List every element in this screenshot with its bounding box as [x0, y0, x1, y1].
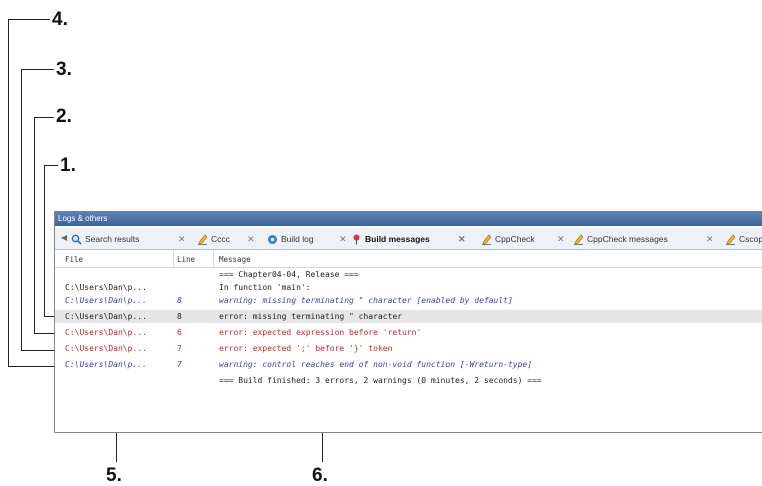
tab-cscope[interactable]: Cscop — [725, 230, 762, 248]
tab-label: Build log — [281, 234, 314, 244]
tab-label: CppCheck messages — [587, 234, 668, 244]
column-header-file[interactable]: File — [65, 255, 83, 264]
callout-3: 3. — [56, 59, 72, 80]
panel-title: Logs & others — [55, 211, 762, 226]
callout-5: 5. — [106, 465, 122, 486]
message-cell: warning: control reaches end of non-void… — [219, 360, 533, 369]
tab-label: CppCheck — [495, 234, 535, 244]
close-icon[interactable]: ✕ — [339, 230, 347, 248]
callout-4-line — [8, 19, 50, 20]
line-cell: 8 — [177, 312, 182, 321]
message-cell: error: missing terminating " character — [219, 312, 403, 321]
table-row[interactable]: C:\Users\Dan\p... 8 warning: missing ter… — [55, 294, 762, 307]
table-row[interactable]: C:\Users\Dan\p... 7 warning: control rea… — [55, 358, 762, 371]
pencil-icon — [481, 233, 492, 246]
callout-1-line — [44, 165, 58, 166]
table-row-selected[interactable]: C:\Users\Dan\p... 8 error: missing termi… — [55, 310, 762, 323]
tab-search-results[interactable]: Search results ✕ — [71, 230, 186, 248]
callout-2-line — [34, 117, 54, 118]
column-divider[interactable] — [213, 251, 214, 267]
file-cell: C:\Users\Dan\p... — [65, 283, 147, 292]
pencil-icon — [573, 233, 584, 246]
pin-icon — [351, 233, 362, 245]
tab-cppcheck[interactable]: CppCheck ✕ — [481, 230, 565, 248]
file-cell: C:\Users\Dan\p... — [65, 312, 147, 321]
tab-cccc[interactable]: Cccc ✕ — [197, 230, 255, 248]
line-cell: 7 — [177, 344, 182, 353]
column-header-row: File Line Message — [55, 251, 762, 268]
close-icon[interactable]: ✕ — [458, 230, 466, 248]
file-cell: C:\Users\Dan\p... — [65, 296, 147, 305]
file-cell: C:\Users\Dan\p... — [65, 328, 147, 337]
column-header-line[interactable]: Line — [177, 255, 195, 264]
file-cell: C:\Users\Dan\p... — [65, 360, 147, 369]
tab-cppcheck-messages[interactable]: CppCheck messages ✕ — [573, 230, 714, 248]
close-icon[interactable]: ✕ — [178, 230, 186, 248]
message-cell: === Chapter04-04, Release === — [219, 270, 359, 279]
callout-3-line-v — [21, 69, 22, 351]
tab-label: Cccc — [211, 234, 230, 244]
tab-bar: ◀ Search results ✕ Cccc ✕ Build log ✕ Bu… — [55, 228, 762, 250]
tab-scroll-left-icon[interactable]: ◀ — [61, 233, 67, 242]
callout-2: 2. — [56, 106, 72, 127]
table-row[interactable]: C:\Users\Dan\p... In function 'main': — [55, 281, 762, 294]
table-row[interactable]: === Build finished: 3 errors, 2 warnings… — [55, 374, 762, 387]
callout-4: 4. — [52, 9, 68, 30]
tab-build-log[interactable]: Build log ✕ — [267, 230, 347, 248]
callout-2-line-v — [34, 117, 35, 334]
table-row[interactable]: === Chapter04-04, Release === — [55, 268, 762, 281]
callout-6: 6. — [312, 465, 328, 486]
line-cell: 8 — [177, 296, 182, 305]
close-icon[interactable]: ✕ — [706, 230, 714, 248]
pencil-icon — [197, 233, 208, 246]
message-cell: === Build finished: 3 errors, 2 warnings… — [219, 376, 542, 385]
line-cell: 7 — [177, 360, 182, 369]
gear-icon — [267, 233, 278, 245]
search-icon — [71, 233, 82, 245]
tab-label: Cscop — [739, 234, 762, 244]
message-cell: error: expected expression before 'retur… — [219, 328, 422, 337]
message-cell: In function 'main': — [219, 283, 311, 292]
logs-panel: Logs & others ◀ Search results ✕ Cccc ✕ … — [54, 211, 762, 433]
tab-label: Build messages — [365, 234, 430, 244]
callout-3-line — [21, 69, 54, 70]
close-icon[interactable]: ✕ — [557, 230, 565, 248]
close-icon[interactable]: ✕ — [247, 230, 255, 248]
tab-label: Search results — [85, 234, 140, 244]
column-divider[interactable] — [173, 251, 174, 267]
message-cell: warning: missing terminating " character… — [219, 296, 513, 305]
callout-4-line-v — [8, 19, 9, 367]
callout-1: 1. — [60, 155, 76, 176]
table-row[interactable]: C:\Users\Dan\p... 7 error: expected ';' … — [55, 342, 762, 355]
line-cell: 6 — [177, 328, 182, 337]
tab-build-messages[interactable]: Build messages ✕ — [351, 230, 466, 248]
callout-1-line-v — [44, 165, 45, 317]
file-cell: C:\Users\Dan\p... — [65, 344, 147, 353]
message-cell: error: expected ';' before '}' token — [219, 344, 393, 353]
column-header-message[interactable]: Message — [219, 255, 251, 264]
pencil-icon — [725, 233, 736, 246]
table-row[interactable]: C:\Users\Dan\p... 6 error: expected expr… — [55, 326, 762, 339]
